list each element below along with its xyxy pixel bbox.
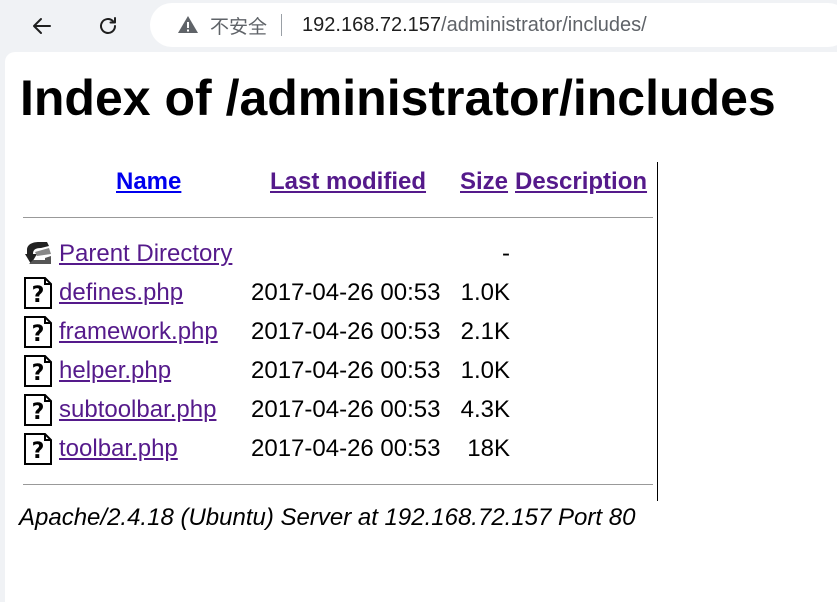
warning-icon[interactable] bbox=[176, 13, 200, 37]
arrow-left-icon bbox=[33, 18, 51, 34]
file-link[interactable]: toolbar.php bbox=[59, 435, 178, 463]
file-size: 18K bbox=[467, 435, 510, 462]
page-title: Index of /administrator/includes bbox=[20, 70, 776, 126]
file-row: ? helper.php 2017-04-26 00:53 1.0K bbox=[23, 355, 653, 389]
reload-icon bbox=[100, 17, 116, 34]
svg-text:?: ? bbox=[32, 322, 45, 347]
file-size: 4.3K bbox=[460, 396, 510, 423]
file-modified: 2017-04-26 00:53 bbox=[251, 396, 441, 423]
file-modified: 2017-04-26 00:53 bbox=[251, 279, 441, 306]
url-host: 192.168.72.157 bbox=[302, 13, 442, 36]
column-header-last-modified[interactable]: Last modified bbox=[270, 168, 426, 196]
directory-listing: Name Last modified Size Description Pare… bbox=[23, 162, 658, 501]
parent-directory-link[interactable]: Parent Directory bbox=[59, 240, 232, 268]
file-modified: 2017-04-26 00:53 bbox=[251, 318, 441, 345]
file-size: 2.1K bbox=[460, 318, 510, 345]
file-modified: 2017-04-26 00:53 bbox=[251, 357, 441, 384]
security-label[interactable]: 不安全 bbox=[210, 12, 267, 39]
header-divider bbox=[23, 217, 653, 218]
file-link[interactable]: defines.php bbox=[59, 279, 183, 307]
unknown-file-icon: ? bbox=[23, 316, 53, 348]
file-row: ? framework.php 2017-04-26 00:53 2.1K bbox=[23, 316, 653, 350]
address-bar[interactable]: 不安全 192.168.72.157/administrator/include… bbox=[150, 3, 837, 47]
footer-divider bbox=[23, 484, 653, 485]
unknown-file-icon: ? bbox=[23, 355, 53, 387]
file-row: ? defines.php 2017-04-26 00:53 1.0K bbox=[23, 277, 653, 311]
url-path: /administrator/includes/ bbox=[441, 13, 647, 36]
file-link[interactable]: subtoolbar.php bbox=[59, 396, 216, 424]
parent-size: - bbox=[502, 240, 510, 267]
unknown-file-icon: ? bbox=[23, 433, 53, 465]
svg-text:?: ? bbox=[32, 439, 45, 464]
unknown-file-icon: ? bbox=[23, 277, 53, 309]
file-link[interactable]: framework.php bbox=[59, 318, 218, 346]
browser-toolbar: 不安全 192.168.72.157/administrator/include… bbox=[0, 0, 837, 52]
column-header-name[interactable]: Name bbox=[116, 168, 181, 196]
column-header-size[interactable]: Size bbox=[460, 168, 508, 196]
file-size: 1.0K bbox=[460, 279, 510, 306]
file-modified: 2017-04-26 00:53 bbox=[251, 435, 441, 462]
column-header-description[interactable]: Description bbox=[515, 168, 647, 196]
server-signature: Apache/2.4.18 (Ubuntu) Server at 192.168… bbox=[19, 504, 636, 531]
url-text[interactable]: 192.168.72.157/administrator/includes/ bbox=[302, 14, 647, 37]
page-viewport: Index of /administrator/includes Name La… bbox=[5, 52, 837, 602]
file-link[interactable]: helper.php bbox=[59, 357, 171, 385]
divider bbox=[281, 14, 283, 36]
file-row: ? toolbar.php 2017-04-26 00:53 18K bbox=[23, 433, 653, 467]
unknown-file-icon: ? bbox=[23, 394, 53, 426]
file-size: 1.0K bbox=[460, 357, 510, 384]
svg-text:?: ? bbox=[32, 283, 45, 308]
back-folder-icon bbox=[23, 238, 53, 270]
svg-text:?: ? bbox=[32, 400, 45, 425]
svg-text:?: ? bbox=[32, 361, 45, 386]
back-button[interactable] bbox=[23, 7, 61, 45]
reload-button[interactable] bbox=[89, 7, 127, 45]
file-row: ? subtoolbar.php 2017-04-26 00:53 4.3K bbox=[23, 394, 653, 428]
parent-directory-row: Parent Directory - bbox=[23, 238, 653, 272]
